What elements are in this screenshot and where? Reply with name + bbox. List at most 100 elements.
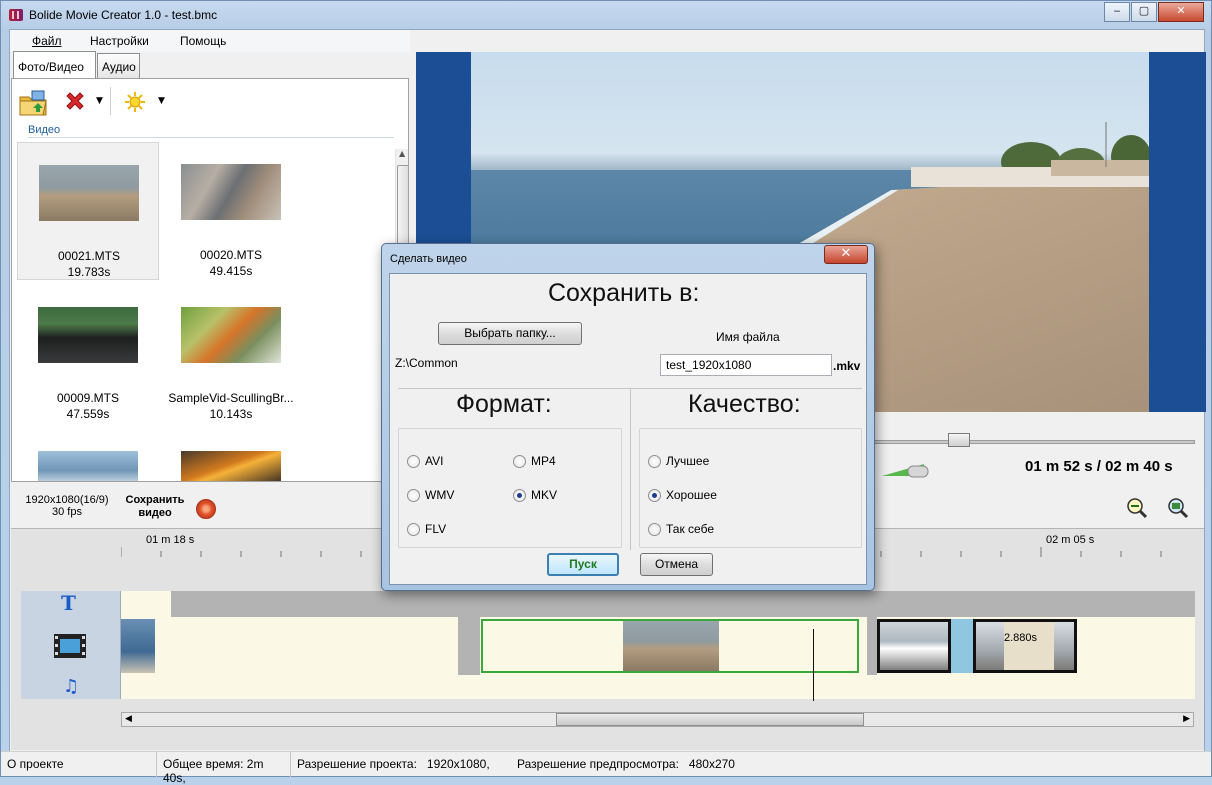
project-res-label: Разрешение проекта: [297, 757, 417, 771]
radio-mkv-selected[interactable] [513, 489, 526, 502]
delete-dropdown-icon[interactable]: ▼ [96, 96, 103, 106]
playhead[interactable] [813, 629, 814, 701]
format-group: AVI MP4 WMV MKV FLV [398, 428, 622, 548]
video-thumbnail [181, 164, 281, 220]
clip-thumbnail [623, 621, 719, 671]
media-item[interactable]: SampleVid-ScullingBr... 10.143s [160, 285, 302, 423]
clip-duration: 2.880s [1004, 632, 1038, 644]
preview-trees [911, 122, 1149, 187]
save-video-line1: Сохранить [125, 494, 185, 506]
open-folder-icon[interactable] [18, 89, 48, 117]
media-item-duration: 49.415s [209, 264, 253, 278]
dialog-body: Сохранить в: Выбрать папку... Z:\Common … [389, 273, 867, 585]
status-preview-resolution: Разрешение предпросмотра: 480x270 [511, 752, 771, 777]
audio-track-header: ♫ [21, 675, 121, 699]
menu-file[interactable]: Файл [32, 34, 62, 48]
quality-best-label: Лучшее [666, 454, 710, 468]
transition-block[interactable] [951, 619, 973, 673]
current-time: 01 m 52 s [1025, 458, 1093, 475]
video-track-body: 2.880s [121, 617, 1195, 675]
project-info: 1920x1080(16/9) 30 fps [22, 494, 112, 518]
format-avi-label: AVI [425, 454, 444, 468]
film-strip-icon [54, 634, 86, 658]
delete-icon[interactable] [64, 91, 86, 113]
quality-group: Лучшее Хорошее Так себе [639, 428, 862, 548]
menu-settings[interactable]: Настройки [90, 34, 149, 48]
format-mp4-label: MP4 [531, 454, 556, 468]
video-clip[interactable] [877, 619, 951, 673]
clip-thumbnail [976, 622, 1004, 670]
project-fps: 30 fps [52, 506, 82, 518]
video-thumbnail [181, 307, 281, 363]
about-project[interactable]: О проекте [1, 752, 157, 777]
text-clip[interactable] [121, 591, 171, 617]
media-item[interactable]: 00021.MTS 19.783s [17, 142, 159, 280]
start-button[interactable]: Пуск [547, 553, 619, 576]
radio-good-selected[interactable] [648, 489, 661, 502]
video-clip[interactable] [121, 619, 155, 673]
scroll-right-icon[interactable]: ▶ [1183, 714, 1190, 724]
seek-bar-knob[interactable] [948, 433, 970, 447]
effects-dropdown-icon[interactable]: ▼ [158, 96, 165, 106]
title-bar: Bolide Movie Creator 1.0 - test.bmc ‒ ▢ … [1, 1, 1211, 29]
radio-wmv[interactable] [407, 489, 420, 502]
scroll-left-icon[interactable]: ◀ [125, 714, 132, 724]
video-clip-selected[interactable] [481, 619, 859, 673]
scroll-up-icon[interactable]: ▲ [399, 149, 405, 158]
save-to-heading: Сохранить в: [548, 279, 700, 307]
tab-photo-video[interactable]: Фото/Видео [13, 51, 96, 78]
file-extension: .mkv [833, 359, 861, 373]
media-toolbar: ▼ ▼ [12, 79, 408, 123]
save-video-label[interactable]: Сохранить видео [115, 494, 195, 520]
zoom-fit-icon[interactable] [1166, 496, 1190, 520]
ruler-label: 02 m 05 s [1046, 534, 1095, 546]
music-note-icon: ♫ [63, 676, 80, 697]
video-clip[interactable]: 2.880s [973, 619, 1077, 673]
format-mkv-label: MKV [531, 488, 558, 502]
tab-audio[interactable]: Аудио [97, 53, 140, 78]
toolbar-divider [110, 87, 111, 115]
radio-flv[interactable] [407, 523, 420, 536]
radio-mp4[interactable] [513, 455, 526, 468]
total-time: / 02 m 40 s [1096, 458, 1173, 475]
filename-input[interactable] [660, 354, 832, 376]
text-track: T [21, 591, 1195, 617]
save-video-button[interactable] [196, 499, 216, 519]
text-track-header: T [21, 591, 121, 617]
text-track-body[interactable] [121, 591, 1195, 617]
choose-folder-button[interactable]: Выбрать папку... [438, 322, 582, 345]
audio-track-body[interactable] [121, 675, 1195, 699]
volume-slider[interactable] [880, 460, 932, 478]
radio-best[interactable] [648, 455, 661, 468]
radio-avi[interactable] [407, 455, 420, 468]
media-item-duration: 19.783s [67, 265, 111, 279]
radio-average[interactable] [648, 523, 661, 536]
timeline-scrollbar[interactable]: ◀ ▶ [121, 712, 1194, 727]
quality-good-label: Хорошее [666, 488, 717, 502]
clip-duration-box: 2.880s [1004, 622, 1054, 670]
effects-star-icon[interactable] [124, 91, 146, 113]
media-item-name: 00021.MTS [57, 249, 121, 263]
video-thumbnail[interactable] [38, 451, 138, 481]
media-item[interactable]: 00009.MTS 47.559s [17, 285, 159, 423]
timeline-scrollbar-thumb[interactable] [556, 713, 864, 726]
cancel-button[interactable]: Отмена [640, 553, 713, 576]
media-item[interactable]: 00020.MTS 49.415s [160, 142, 302, 280]
minimize-button[interactable]: ‒ [1104, 2, 1130, 22]
video-thumbnail[interactable] [181, 451, 281, 481]
dialog-close-button[interactable]: ✕ [824, 245, 868, 264]
menu-help[interactable]: Помощь [180, 34, 226, 48]
maximize-button[interactable]: ▢ [1131, 2, 1157, 22]
video-section-label: Видео [28, 124, 61, 136]
folder-path: Z:\Common [395, 356, 458, 370]
section-divider [28, 137, 394, 138]
format-flv-label: FLV [425, 522, 447, 536]
media-library-panel: ▼ ▼ Видео 00021.MTS 19.783s 00020.MTS 49… [11, 78, 409, 482]
dialog-title: Сделать видео [390, 253, 467, 265]
project-res-value: 1920x1080, [426, 757, 490, 771]
media-item-name: 00020.MTS [199, 248, 263, 262]
quality-heading: Качество: [688, 390, 801, 418]
zoom-out-icon[interactable] [1125, 496, 1149, 520]
close-button[interactable]: ✕ [1158, 2, 1204, 22]
video-thumbnail [39, 165, 139, 221]
